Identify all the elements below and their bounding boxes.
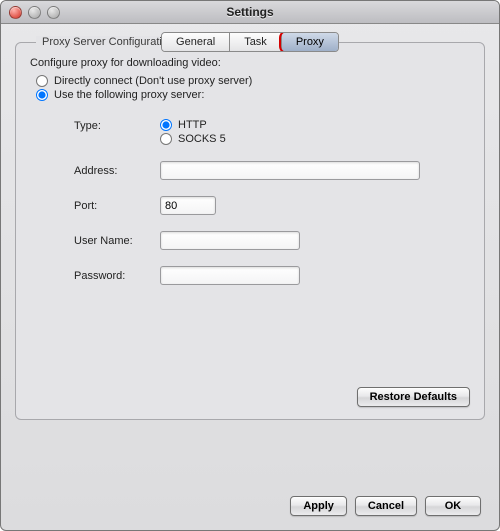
address-input[interactable] — [160, 161, 420, 180]
radio-use-proxy[interactable]: Use the following proxy server: — [36, 89, 470, 101]
window-title: Settings — [1, 5, 499, 19]
tab-general[interactable]: General — [162, 33, 230, 51]
password-input[interactable] — [160, 266, 300, 285]
traffic-lights — [1, 6, 60, 19]
radio-type-http[interactable]: HTTP — [160, 119, 434, 131]
radio-type-socks5-label: SOCKS 5 — [178, 133, 226, 145]
radio-use-proxy-input[interactable] — [36, 89, 48, 101]
proxy-groupbox: Proxy Server Configuration Configure pro… — [15, 42, 485, 420]
type-options: HTTP SOCKS 5 — [160, 119, 434, 145]
cancel-button[interactable]: Cancel — [355, 496, 417, 516]
radio-type-socks5[interactable]: SOCKS 5 — [160, 133, 434, 145]
radio-use-proxy-label: Use the following proxy server: — [54, 89, 204, 101]
apply-button[interactable]: Apply — [290, 496, 347, 516]
close-icon[interactable] — [9, 6, 22, 19]
radio-direct-connect-input[interactable] — [36, 75, 48, 87]
port-label: Port: — [74, 200, 154, 212]
ok-button[interactable]: OK — [425, 496, 481, 516]
window-content: General Task Proxy Proxy Server Configur… — [1, 24, 499, 530]
password-label: Password: — [74, 270, 154, 282]
restore-defaults-button[interactable]: Restore Defaults — [357, 387, 470, 407]
restore-row: Restore Defaults — [357, 387, 470, 407]
username-input[interactable] — [160, 231, 300, 250]
tab-proxy[interactable]: Proxy — [282, 33, 338, 51]
settings-window: Settings General Task Proxy Proxy Server… — [0, 0, 500, 531]
radio-type-http-label: HTTP — [178, 119, 207, 131]
minimize-icon[interactable] — [28, 6, 41, 19]
titlebar: Settings — [1, 1, 499, 24]
dialog-footer: Apply Cancel OK — [15, 486, 485, 518]
radio-type-http-input[interactable] — [160, 119, 172, 131]
type-label: Type: — [74, 119, 154, 132]
proxy-form: Type: HTTP SOCKS 5 Address: Port: User N… — [74, 119, 434, 285]
proxy-intro-text: Configure proxy for downloading video: — [30, 57, 470, 69]
tab-bar: General Task Proxy — [15, 32, 485, 52]
radio-direct-connect[interactable]: Directly connect (Don't use proxy server… — [36, 75, 470, 87]
zoom-icon[interactable] — [47, 6, 60, 19]
tab-task[interactable]: Task — [230, 33, 282, 51]
address-label: Address: — [74, 165, 154, 177]
tab-segmented-control: General Task Proxy — [161, 32, 339, 52]
radio-direct-connect-label: Directly connect (Don't use proxy server… — [54, 75, 252, 87]
username-label: User Name: — [74, 235, 154, 247]
radio-type-socks5-input[interactable] — [160, 133, 172, 145]
port-input[interactable] — [160, 196, 216, 215]
